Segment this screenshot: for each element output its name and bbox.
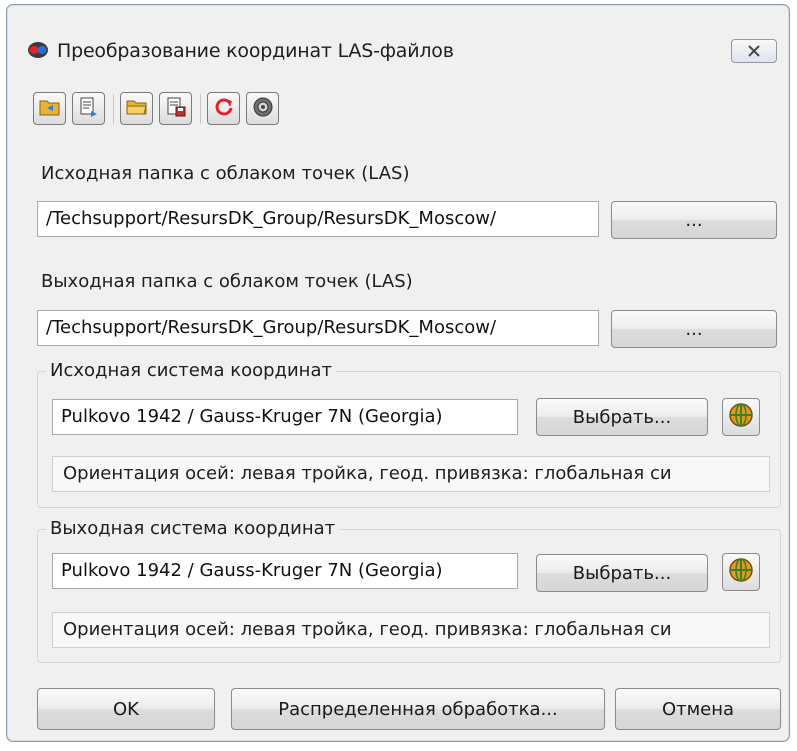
globe-icon [728,402,754,432]
source-cs-group: Исходная система координат Pulkovo 1942 … [37,360,781,508]
close-icon [747,42,761,61]
dialog-window: Преобразование координат LAS-файлов Исхо… [6,4,790,742]
target-cs-globe-button[interactable] [722,553,760,591]
input-folder-field[interactable]: /Techsupport/ResursDK_Group/ResursDK_Mos… [37,201,599,237]
distributed-processing-button[interactable]: Распределенная обработка... [231,688,605,730]
save-file-button[interactable] [159,92,192,125]
settings-gear-button[interactable] [246,92,279,125]
source-cs-globe-button[interactable] [722,398,760,436]
window-title: Преобразование координат LAS-файлов [57,40,454,62]
target-cs-group: Выходная система координат Pulkovo 1942 … [37,518,781,663]
open-settings-icon [38,96,62,122]
output-folder-label: Выходная папка с облаком точек (LAS) [41,271,413,292]
source-cs-info: Ориентация осей: левая тройка, геод. при… [52,456,770,492]
open-folder-button[interactable] [120,92,153,125]
globe-icon [728,557,754,587]
ok-button[interactable]: OK [37,688,215,730]
refresh-icon [213,96,235,122]
title-bar: Преобразование координат LAS-файлов [7,5,789,85]
output-folder-browse-button[interactable]: ... [611,310,777,348]
app-glasses-icon [27,41,49,59]
source-cs-field[interactable]: Pulkovo 1942 / Gauss-Kruger 7N (Georgia) [52,399,518,435]
target-cs-title: Выходная система координат [46,518,340,539]
target-cs-info: Ориентация осей: левая тройка, геод. при… [52,612,770,648]
input-folder-browse-button[interactable]: ... [611,201,777,239]
refresh-button[interactable] [207,92,240,125]
cancel-button[interactable]: Отмена [615,688,781,730]
target-cs-field[interactable]: Pulkovo 1942 / Gauss-Kruger 7N (Georgia) [52,553,518,589]
open-folder-icon [125,97,149,121]
close-button[interactable] [731,39,777,63]
save-settings-icon [77,95,101,123]
settings-gear-icon [252,96,274,122]
toolbar-separator [200,94,201,124]
save-settings-button[interactable] [72,92,105,125]
source-cs-select-button[interactable]: Выбрать... [536,398,708,436]
toolbar-separator [113,94,114,124]
target-cs-select-button[interactable]: Выбрать... [536,554,708,592]
save-file-icon [164,95,188,123]
input-folder-label: Исходная папка с облаком точек (LAS) [41,163,410,184]
open-settings-button[interactable] [33,92,66,125]
source-cs-title: Исходная система координат [46,360,336,381]
output-folder-field[interactable]: /Techsupport/ResursDK_Group/ResursDK_Mos… [37,310,599,346]
toolbar [33,92,433,132]
